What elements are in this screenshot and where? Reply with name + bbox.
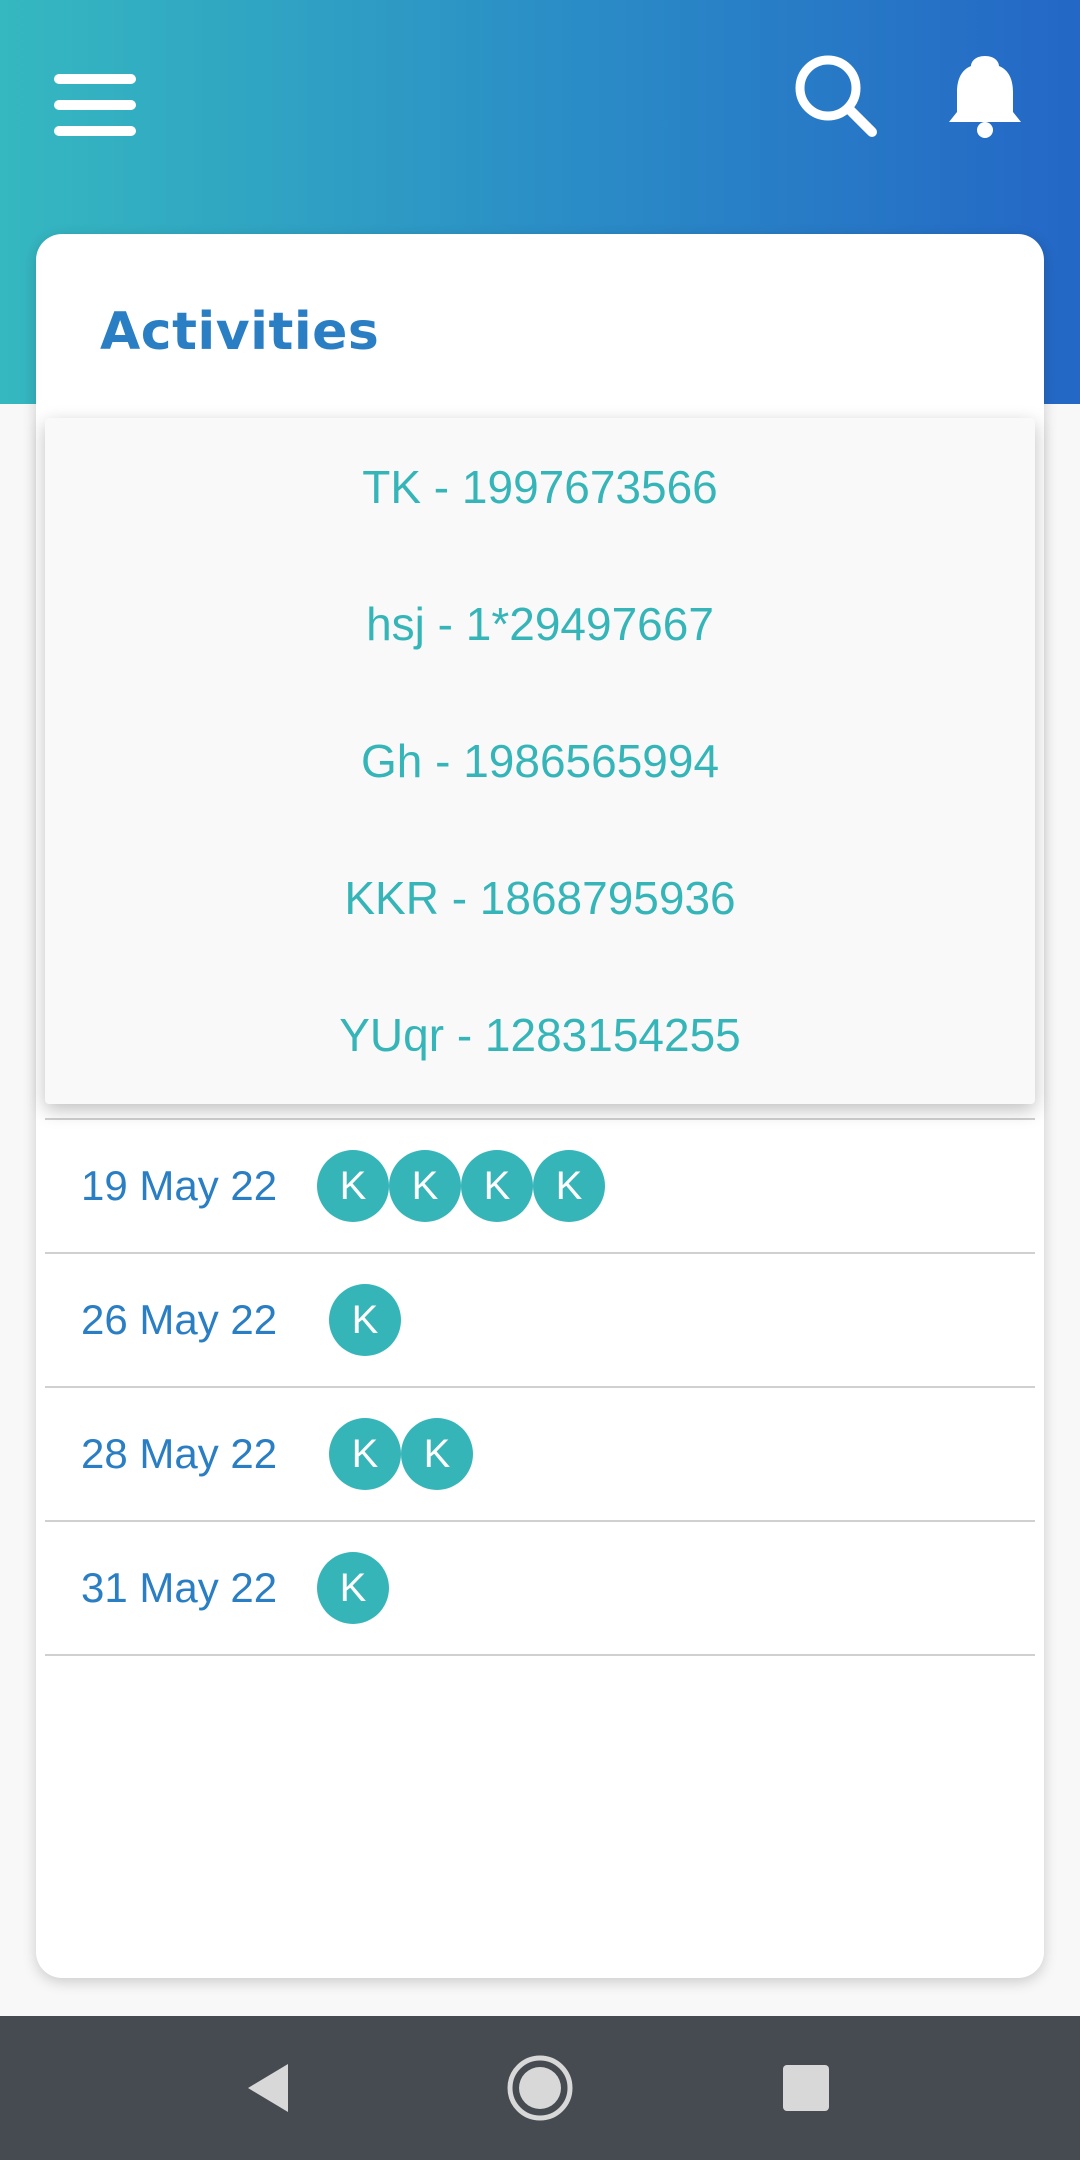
dropdown-item[interactable]: YUqr - 1283154255 <box>45 966 1035 1103</box>
home-circle-icon[interactable] <box>470 2016 610 2160</box>
avatar[interactable]: K <box>317 1552 389 1624</box>
participant-avatars: K K K K <box>317 1120 605 1252</box>
avatar[interactable]: K <box>329 1284 401 1356</box>
bell-icon[interactable] <box>930 40 1040 150</box>
dropdown-item[interactable]: Gh - 1986565994 <box>45 692 1035 829</box>
account-dropdown-menu: TK - 1997673566 hsj - 1*29497667 Gh - 19… <box>45 418 1035 1104</box>
avatar[interactable]: K <box>533 1150 605 1222</box>
participant-avatars: K <box>329 1254 401 1386</box>
search-icon[interactable] <box>780 40 890 150</box>
activity-row[interactable]: 28 May 22 K K <box>45 1386 1035 1520</box>
activity-list: 19 May 22 K K K K 26 May 22 K 28 May 22 … <box>45 1118 1035 1656</box>
avatar[interactable]: K <box>389 1150 461 1222</box>
avatar[interactable]: K <box>317 1150 389 1222</box>
activity-date: 28 May 22 <box>81 1430 278 1477</box>
avatar[interactable]: K <box>329 1418 401 1490</box>
activity-date: 19 May 22 <box>81 1162 278 1209</box>
activity-date: 26 May 22 <box>81 1296 278 1343</box>
avatar[interactable]: K <box>401 1418 473 1490</box>
app-screen: Activities 19 May 22 K K K K 26 May 22 K… <box>0 0 1080 2160</box>
dropdown-item[interactable]: KKR - 1868795936 <box>45 829 1035 966</box>
activity-row[interactable]: 31 May 22 K <box>45 1520 1035 1656</box>
activity-date: 31 May 22 <box>81 1564 278 1611</box>
activity-row[interactable]: 19 May 22 K K K K <box>45 1118 1035 1252</box>
participant-avatars: K K <box>329 1388 473 1520</box>
page-title: Activities <box>100 302 380 362</box>
recent-apps-square-icon[interactable] <box>736 2016 876 2160</box>
dropdown-item[interactable]: TK - 1997673566 <box>45 418 1035 555</box>
activity-row[interactable]: 26 May 22 K <box>45 1252 1035 1386</box>
participant-avatars: K <box>317 1522 389 1654</box>
back-triangle-icon[interactable] <box>200 2016 340 2160</box>
avatar[interactable]: K <box>461 1150 533 1222</box>
dropdown-item[interactable]: hsj - 1*29497667 <box>45 555 1035 692</box>
hamburger-menu-icon[interactable] <box>40 50 150 160</box>
system-navigation-bar <box>0 2016 1080 2160</box>
